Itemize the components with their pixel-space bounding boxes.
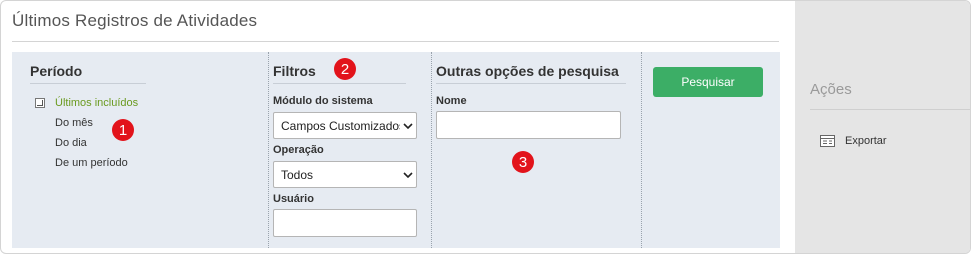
- periodo-divider: [30, 83, 146, 84]
- step-badge-3: 3: [512, 151, 534, 173]
- periodo-option-label: Últimos incluídos: [55, 97, 139, 109]
- activity-log-window: Últimos Registros de Atividades Período …: [0, 0, 971, 254]
- actions-divider: [810, 109, 970, 110]
- periodo-option-label: De um período: [55, 157, 128, 169]
- actions-title: Ações: [810, 81, 852, 98]
- periodo-option-ultimos[interactable]: Últimos incluídos: [35, 93, 138, 113]
- search-action-section: Pesquisar: [641, 52, 780, 248]
- usuario-label: Usuário: [273, 193, 314, 205]
- nome-label: Nome: [436, 95, 467, 107]
- export-label: Exportar: [845, 135, 887, 147]
- export-action[interactable]: Exportar: [820, 135, 887, 147]
- periodo-section: Período Últimos incluídos Do mês Do dia …: [12, 52, 268, 248]
- page-title: Últimos Registros de Atividades: [12, 11, 258, 30]
- periodo-option-label: Do dia: [55, 137, 87, 149]
- periodo-option-periodo[interactable]: De um período: [35, 153, 138, 173]
- chevron-down-icon: [400, 122, 416, 129]
- outras-title: Outras opções de pesquisa: [436, 63, 619, 79]
- filtros-title: Filtros: [273, 63, 316, 79]
- periodo-option-label: Do mês: [55, 117, 93, 129]
- actions-sidebar: Ações Exportar: [795, 1, 970, 253]
- operacao-select[interactable]: Todos: [273, 161, 417, 188]
- step-badge-2: 2: [334, 58, 356, 80]
- modulo-label: Módulo do sistema: [273, 95, 373, 107]
- step-badge-1: 1: [112, 119, 134, 141]
- pesquisar-button[interactable]: Pesquisar: [653, 67, 763, 97]
- usuario-input[interactable]: [273, 209, 417, 237]
- operacao-label: Operação: [273, 144, 324, 156]
- search-panel: Período Últimos incluídos Do mês Do dia …: [12, 52, 780, 248]
- outras-section: Outras opções de pesquisa Nome 3: [431, 52, 641, 248]
- nome-input[interactable]: [436, 111, 621, 139]
- modulo-select[interactable]: Campos Customizados: [273, 112, 417, 139]
- main-area: Últimos Registros de Atividades Período …: [1, 1, 795, 253]
- filtros-divider: [273, 83, 406, 84]
- export-icon: [820, 135, 835, 147]
- checkbox-icon: [35, 98, 45, 108]
- operacao-select-value: Todos: [281, 167, 314, 182]
- periodo-title: Período: [30, 63, 83, 79]
- title-divider: [12, 41, 779, 42]
- outras-divider: [436, 83, 626, 84]
- modulo-select-value: Campos Customizados: [281, 118, 400, 133]
- chevron-down-icon: [400, 171, 416, 178]
- filtros-section: Filtros 2 Módulo do sistema Campos Custo…: [268, 52, 431, 248]
